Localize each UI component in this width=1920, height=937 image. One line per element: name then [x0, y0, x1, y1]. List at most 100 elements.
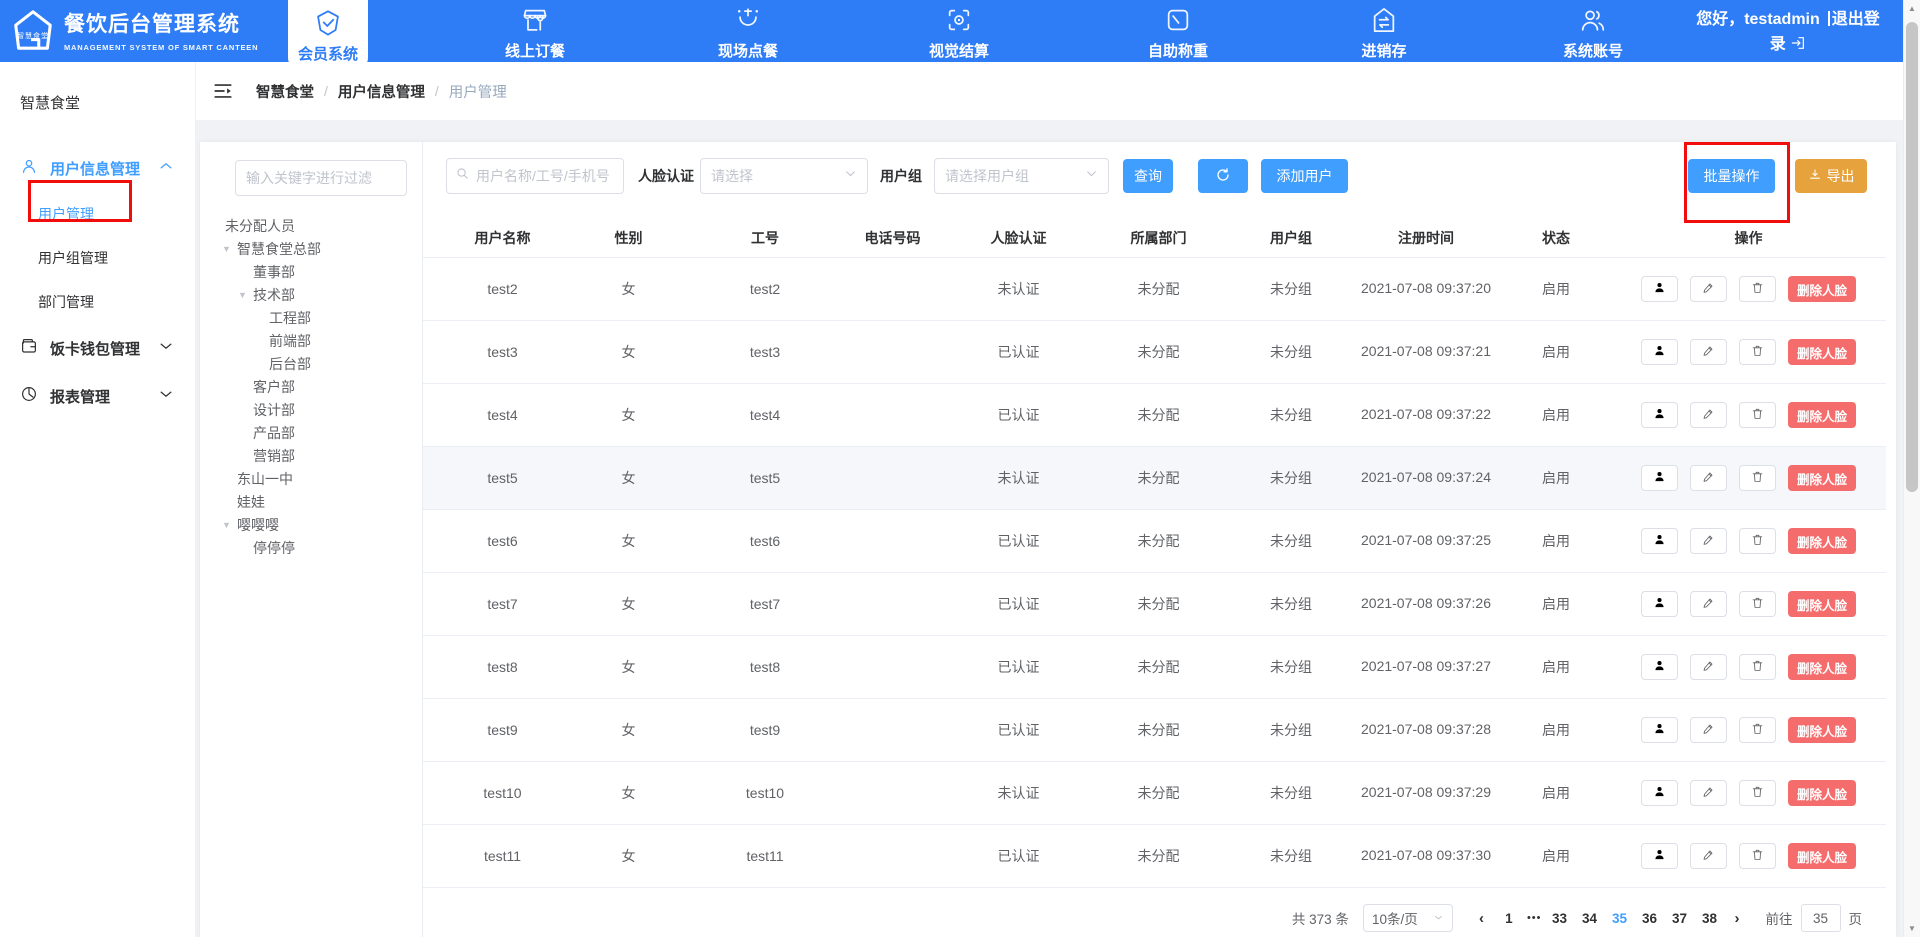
membership-icon	[314, 24, 342, 41]
top-nav-item-4[interactable]: 视觉结算	[899, 0, 1019, 62]
edit-user-button[interactable]	[1690, 276, 1727, 302]
tree-node[interactable]: 东山一中	[200, 468, 422, 491]
tree-expand-caret-icon[interactable]: ▼	[238, 284, 253, 307]
tree-node[interactable]: 前端部	[200, 330, 422, 353]
pagination-page-35[interactable]: 35	[1608, 911, 1632, 926]
sidebar-submenu-item[interactable]: 用户组管理	[0, 236, 195, 280]
top-nav-item-1[interactable]: 会员系统	[288, 0, 368, 68]
upload-face-button[interactable]	[1641, 339, 1678, 365]
tree-node[interactable]: ▼智慧食堂总部	[200, 238, 422, 261]
pagination-page-33[interactable]: 33	[1548, 911, 1572, 926]
sidebar-menu-1[interactable]: 用户信息管理	[0, 144, 195, 192]
top-nav-item-2[interactable]: 线上订餐	[475, 0, 595, 62]
delete-user-button[interactable]	[1739, 654, 1776, 680]
tree-node[interactable]: 营销部	[200, 445, 422, 468]
pagination-ellipsis[interactable]: •••	[1527, 912, 1542, 924]
tree-node[interactable]: ▼技术部	[200, 284, 422, 307]
upload-face-button[interactable]	[1641, 654, 1678, 680]
refresh-button[interactable]	[1198, 159, 1248, 193]
vertical-scrollbar[interactable]: ▲ ▼	[1903, 0, 1920, 937]
edit-user-button[interactable]	[1690, 843, 1727, 869]
edit-user-button[interactable]	[1690, 780, 1727, 806]
delete-face-button[interactable]: 删除人脸	[1788, 843, 1856, 869]
tree-node[interactable]: ▼嘤嘤嘤	[200, 514, 422, 537]
edit-user-button[interactable]	[1690, 591, 1727, 617]
delete-face-button[interactable]: 删除人脸	[1788, 780, 1856, 806]
pagination-page-38[interactable]: 38	[1698, 911, 1722, 926]
tree-node[interactable]: 停停停	[200, 537, 422, 560]
sidebar-submenu-item[interactable]: 用户管理	[0, 192, 195, 236]
hamburger-icon[interactable]	[212, 80, 234, 102]
sidebar-submenu-item[interactable]: 部门管理	[0, 280, 195, 324]
page-size-select[interactable]: 10条/页	[1363, 904, 1453, 932]
delete-user-button[interactable]	[1739, 780, 1776, 806]
user-search-input[interactable]	[476, 168, 615, 184]
breadcrumb-item[interactable]: 智慧食堂	[256, 81, 314, 102]
delete-user-button[interactable]	[1739, 402, 1776, 428]
export-button[interactable]: 导出	[1795, 159, 1867, 193]
face-auth-select[interactable]: 请选择	[700, 158, 868, 194]
tree-node[interactable]: 后台部	[200, 353, 422, 376]
pagination-page-1[interactable]: 1	[1497, 911, 1521, 926]
delete-user-button[interactable]	[1739, 843, 1776, 869]
delete-user-button[interactable]	[1739, 591, 1776, 617]
upload-face-button[interactable]	[1641, 843, 1678, 869]
sidebar-menu-2[interactable]: 饭卡钱包管理	[0, 324, 195, 372]
tree-node[interactable]: 工程部	[200, 307, 422, 330]
scrollbar-down-arrow[interactable]: ▼	[1904, 920, 1920, 937]
delete-face-button[interactable]: 删除人脸	[1788, 465, 1856, 491]
tree-expand-caret-icon[interactable]: ▼	[222, 514, 237, 537]
sidebar-menu-3[interactable]: 报表管理	[0, 372, 195, 420]
delete-user-button[interactable]	[1739, 339, 1776, 365]
upload-face-button[interactable]	[1641, 402, 1678, 428]
edit-user-button[interactable]	[1690, 528, 1727, 554]
top-nav-item-3[interactable]: 现场点餐	[688, 0, 808, 62]
top-nav-item-7[interactable]: 系统账号	[1533, 0, 1653, 62]
top-nav-item-5[interactable]: 自助称重	[1118, 0, 1238, 62]
scrollbar-up-arrow[interactable]: ▲	[1904, 0, 1920, 17]
delete-face-button[interactable]: 删除人脸	[1788, 717, 1856, 743]
delete-user-button[interactable]	[1739, 465, 1776, 491]
delete-face-button[interactable]: 删除人脸	[1788, 654, 1856, 680]
delete-user-button[interactable]	[1739, 717, 1776, 743]
tree-expand-caret-icon[interactable]: ▼	[222, 238, 237, 261]
pagination-page-34[interactable]: 34	[1578, 911, 1602, 926]
upload-face-button[interactable]	[1641, 276, 1678, 302]
pagination-page-36[interactable]: 36	[1638, 911, 1662, 926]
upload-face-button[interactable]	[1641, 591, 1678, 617]
user-group-select[interactable]: 请选择用户组	[934, 158, 1109, 194]
delete-face-button[interactable]: 删除人脸	[1788, 402, 1856, 428]
goto-page-input[interactable]	[1801, 904, 1841, 932]
delete-face-button[interactable]: 删除人脸	[1788, 528, 1856, 554]
delete-user-button[interactable]	[1739, 276, 1776, 302]
tree-filter-input[interactable]	[235, 160, 407, 196]
upload-face-button[interactable]	[1641, 465, 1678, 491]
edit-user-button[interactable]	[1690, 339, 1727, 365]
pagination-page-37[interactable]: 37	[1668, 911, 1692, 926]
upload-face-button[interactable]	[1641, 717, 1678, 743]
scrollbar-thumb[interactable]	[1906, 22, 1918, 492]
add-user-button[interactable]: 添加用户	[1261, 159, 1348, 193]
next-page-button[interactable]: ›	[1735, 910, 1740, 927]
edit-user-button[interactable]	[1690, 654, 1727, 680]
tree-node[interactable]: 客户部	[200, 376, 422, 399]
upload-face-button[interactable]	[1641, 528, 1678, 554]
delete-face-button[interactable]: 删除人脸	[1788, 591, 1856, 617]
query-button[interactable]: 查询	[1123, 159, 1173, 193]
tree-node[interactable]: 娃娃	[200, 491, 422, 514]
edit-user-button[interactable]	[1690, 465, 1727, 491]
delete-face-button[interactable]: 删除人脸	[1788, 276, 1856, 302]
breadcrumb-item[interactable]: 用户信息管理	[338, 81, 425, 102]
batch-operation-button[interactable]: 批量操作	[1688, 159, 1775, 193]
tree-node[interactable]: 董事部	[200, 261, 422, 284]
edit-user-button[interactable]	[1690, 402, 1727, 428]
tree-node[interactable]: 设计部	[200, 399, 422, 422]
delete-user-button[interactable]	[1739, 528, 1776, 554]
edit-user-button[interactable]	[1690, 717, 1727, 743]
upload-face-button[interactable]	[1641, 780, 1678, 806]
delete-face-button[interactable]: 删除人脸	[1788, 339, 1856, 365]
top-nav-item-6[interactable]: 进销存	[1324, 0, 1444, 62]
prev-page-button[interactable]: ‹	[1479, 910, 1484, 927]
tree-node[interactable]: 产品部	[200, 422, 422, 445]
unassigned-staff-link[interactable]: 未分配人员	[200, 214, 422, 238]
